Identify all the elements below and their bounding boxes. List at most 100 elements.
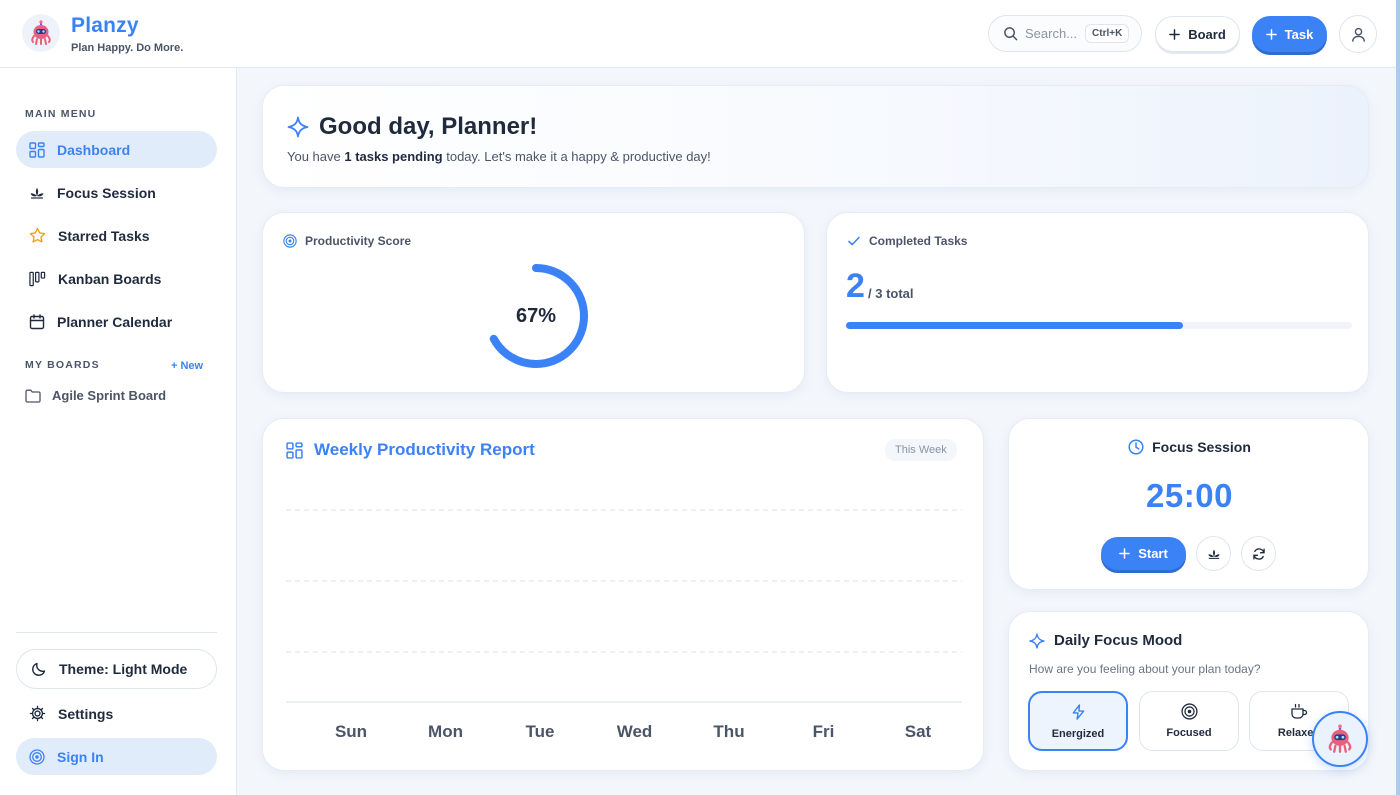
sidebar-item-kanban-boards[interactable]: Kanban Boards <box>16 260 217 297</box>
grid-icon <box>29 141 45 158</box>
plus-icon <box>1265 28 1277 40</box>
window-edge-accent <box>1396 0 1400 795</box>
sidebar-item-label: Dashboard <box>57 141 131 158</box>
chart-tick-label: Fri <box>813 722 835 741</box>
completed-tasks-card: Completed Tasks 2 / 3 total <box>826 212 1369 393</box>
chart-tick-label: Wed <box>617 722 653 741</box>
brand[interactable]: Planzy Plan Happy. Do More. <box>71 14 183 54</box>
assistant-mascot-button[interactable] <box>1312 711 1368 767</box>
add-task-label: Task <box>1284 26 1314 42</box>
robot-mascot-icon[interactable] <box>22 14 60 52</box>
sidebar-item-dashboard[interactable]: Dashboard <box>16 131 217 168</box>
welcome-title: Good day, Planner! <box>319 113 538 140</box>
top-header: Planzy Plan Happy. Do More. Search... Ct… <box>0 0 1400 68</box>
completion-progress-bar <box>846 322 1352 329</box>
sidebar-item-settings[interactable]: Settings <box>16 695 217 732</box>
productivity-ring: 67% <box>481 261 591 371</box>
board-label: Agile Sprint Board <box>52 388 167 403</box>
welcome-subtitle: You have 1 tasks pending today. Let's ma… <box>287 149 711 164</box>
weekly-report-title: Weekly Productivity Report <box>314 440 535 459</box>
focus-session-card: Focus Session 25:00 Start <box>1008 418 1369 590</box>
weekly-report-heading: Weekly Productivity Report <box>286 440 535 460</box>
lotus-icon <box>30 187 44 199</box>
search-shortcut-badge: Ctrl+K <box>1085 24 1130 43</box>
kanban-icon <box>29 271 46 286</box>
focus-timer: 25:00 <box>1146 477 1233 514</box>
my-boards-heading: MY BOARDS <box>25 359 100 371</box>
daily-mood-title: Daily Focus Mood <box>1054 632 1183 649</box>
robot-mascot-icon <box>1328 724 1352 753</box>
sidebar-item-label: Focus Session <box>57 184 156 201</box>
grid-icon <box>286 441 303 459</box>
productivity-score-card: Productivity Score 67% <box>262 212 805 393</box>
search-placeholder: Search... <box>1025 26 1078 41</box>
mood-option-label: Energized <box>1051 727 1105 740</box>
sparkle-icon <box>287 116 309 138</box>
chart-tick-label: Tue <box>526 722 555 741</box>
target-icon <box>1180 703 1198 720</box>
new-board-link[interactable]: + New <box>171 360 203 372</box>
refresh-icon <box>1252 547 1265 560</box>
sidebar: MAIN MENU Dashboard Focus Session Starre… <box>0 68 237 795</box>
chart-tick-label: Mon <box>428 722 463 741</box>
coffee-icon <box>1291 703 1308 719</box>
search-input[interactable]: Search... Ctrl+K <box>988 15 1142 52</box>
sign-in-button[interactable]: Sign In <box>16 738 217 775</box>
completed-count: 2 <box>846 267 865 305</box>
brand-tagline: Plan Happy. Do More. <box>71 42 184 54</box>
theme-toggle-label: Theme: Light Mode <box>59 661 188 677</box>
user-icon <box>1351 27 1365 42</box>
sidebar-item-focus-session[interactable]: Focus Session <box>16 174 217 211</box>
mood-option-focused[interactable]: Focused <box>1139 691 1239 751</box>
sidebar-item-label: Planner Calendar <box>57 313 173 330</box>
start-timer-button[interactable]: Start <box>1101 537 1186 570</box>
clock-icon <box>1128 439 1144 455</box>
period-badge[interactable]: This Week <box>885 439 957 461</box>
welcome-sub-suffix: today. Let's make it a happy & productiv… <box>442 149 711 164</box>
focus-session-title: Focus Session <box>1152 439 1251 455</box>
sidebar-item-starred-tasks[interactable]: Starred Tasks <box>16 217 217 254</box>
add-board-button[interactable]: Board <box>1155 16 1240 52</box>
weekly-report-card: Weekly Productivity Report This Week Sun… <box>262 418 984 771</box>
add-board-label: Board <box>1188 26 1226 42</box>
daily-mood-heading: Daily Focus Mood <box>1029 632 1182 649</box>
brand-name: Planzy <box>71 14 139 37</box>
sidebar-item-label: Starred Tasks <box>58 227 150 244</box>
sidebar-item-label: Settings <box>58 705 114 722</box>
pending-count: 1 tasks pending <box>344 149 443 164</box>
search-icon <box>1004 27 1018 41</box>
moon-icon <box>32 662 46 676</box>
mood-option-energized[interactable]: Energized <box>1028 691 1128 751</box>
target-icon <box>29 748 45 765</box>
user-profile-button[interactable] <box>1339 15 1377 53</box>
plus-icon <box>1169 28 1181 40</box>
folder-icon <box>25 389 41 403</box>
chart-tick-label: Thu <box>713 722 744 741</box>
focus-session-heading: Focus Session <box>1009 439 1370 455</box>
sidebar-board-agile-sprint[interactable]: Agile Sprint Board <box>25 388 166 403</box>
zen-mode-button[interactable] <box>1196 536 1231 571</box>
completion-progress-fill <box>846 322 1184 329</box>
productivity-score-value: 67% <box>515 304 557 327</box>
check-icon <box>848 236 860 246</box>
calendar-icon <box>29 313 45 329</box>
target-icon <box>283 234 297 248</box>
productivity-score-heading: Productivity Score <box>283 234 411 248</box>
gear-icon <box>29 705 46 722</box>
daily-mood-subtitle: How are you feeling about your plan toda… <box>1029 662 1261 676</box>
welcome-banner: Good day, Planner! You have 1 tasks pend… <box>262 85 1369 188</box>
mood-option-label: Focused <box>1166 727 1212 739</box>
sparkle-icon <box>1029 632 1045 649</box>
add-task-button[interactable]: Task <box>1252 16 1327 52</box>
star-icon <box>29 227 46 243</box>
sidebar-item-label: Kanban Boards <box>58 270 162 287</box>
main-menu-heading: MAIN MENU <box>25 108 97 120</box>
completed-tasks-heading: Completed Tasks <box>847 234 967 248</box>
plus-icon <box>1119 548 1131 559</box>
theme-toggle-button[interactable]: Theme: Light Mode <box>16 649 217 689</box>
sidebar-item-planner-calendar[interactable]: Planner Calendar <box>16 303 217 340</box>
weekly-chart: Sun Mon Tue Wed Thu Fri Sat <box>286 509 962 741</box>
reset-timer-button[interactable] <box>1241 536 1276 571</box>
completed-tasks-label: Completed Tasks <box>869 234 968 248</box>
chart-tick-label: Sun <box>335 722 367 741</box>
